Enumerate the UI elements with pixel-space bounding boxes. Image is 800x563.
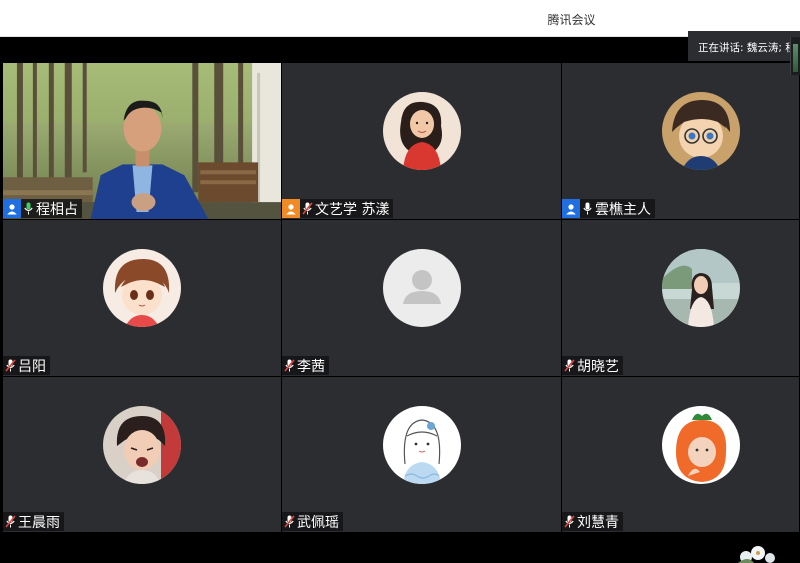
avatar xyxy=(662,249,740,327)
volume-level-bar xyxy=(790,37,800,75)
nameplate: 吕阳 xyxy=(3,356,50,375)
avatar xyxy=(103,406,181,484)
person-icon xyxy=(282,199,300,218)
nameplate: 王晨雨 xyxy=(3,512,64,531)
avatar xyxy=(662,92,740,170)
participant-name: 文艺学 苏漾 xyxy=(315,201,390,218)
participant-tile-1[interactable]: 程相占 xyxy=(3,63,282,220)
app-title: 腾讯会议 xyxy=(547,13,596,27)
avatar xyxy=(382,92,461,170)
avatar xyxy=(382,249,461,327)
avatar xyxy=(662,406,740,484)
participant-tile-2[interactable]: 文艺学 苏漾 xyxy=(282,63,562,220)
title-bar: 腾讯会议 xyxy=(0,0,800,37)
person-icon xyxy=(562,199,580,218)
participant-name: 胡晓艺 xyxy=(577,358,619,375)
participant-tile-6[interactable]: 胡晓艺 xyxy=(562,220,800,377)
participant-name: 武佩瑶 xyxy=(297,514,339,531)
participant-name: 吕阳 xyxy=(18,358,46,375)
nameplate: 刘慧青 xyxy=(562,512,623,531)
participant-tile-5[interactable]: 李茜 xyxy=(282,220,562,377)
speaking-indicator: 正在讲话: 魏云涛; 程 xyxy=(688,31,800,61)
nameplate: 李茜 xyxy=(282,356,329,375)
participant-name: 刘慧青 xyxy=(577,514,619,531)
mic-muted-icon[interactable] xyxy=(3,512,17,531)
participant-name: 王晨雨 xyxy=(18,514,60,531)
mic-muted-icon[interactable] xyxy=(300,199,314,218)
person-icon xyxy=(3,199,21,218)
mic-muted-icon[interactable] xyxy=(3,356,17,375)
avatar xyxy=(382,406,461,484)
mic-on-icon[interactable] xyxy=(580,199,594,218)
participant-tile-7[interactable]: 王晨雨 xyxy=(3,377,282,533)
avatar xyxy=(103,249,181,327)
participant-tile-4[interactable]: 吕阳 xyxy=(3,220,282,377)
nameplate: 胡晓艺 xyxy=(562,356,623,375)
nameplate: 程相占 xyxy=(3,199,82,218)
participant-name: 程相占 xyxy=(36,201,78,218)
participant-grid: 程相占 文艺学 苏漾 雲樵主人 吕阳 李茜 胡晓艺 王晨雨 武佩瑶 刘慧青 xyxy=(3,63,800,533)
flower-decoration xyxy=(738,546,775,563)
participant-name: 李茜 xyxy=(297,358,325,375)
mic-on-icon[interactable] xyxy=(21,199,35,218)
participant-name: 雲樵主人 xyxy=(595,201,651,218)
nameplate: 雲樵主人 xyxy=(562,199,655,218)
participant-tile-3[interactable]: 雲樵主人 xyxy=(562,63,800,220)
nameplate: 武佩瑶 xyxy=(282,512,343,531)
video-feed xyxy=(3,63,281,219)
mic-muted-icon[interactable] xyxy=(282,356,296,375)
participant-tile-9[interactable]: 刘慧青 xyxy=(562,377,800,533)
mic-muted-icon[interactable] xyxy=(562,356,576,375)
participant-tile-8[interactable]: 武佩瑶 xyxy=(282,377,562,533)
mic-muted-icon[interactable] xyxy=(282,512,296,531)
mic-muted-icon[interactable] xyxy=(562,512,576,531)
nameplate: 文艺学 苏漾 xyxy=(282,199,394,218)
